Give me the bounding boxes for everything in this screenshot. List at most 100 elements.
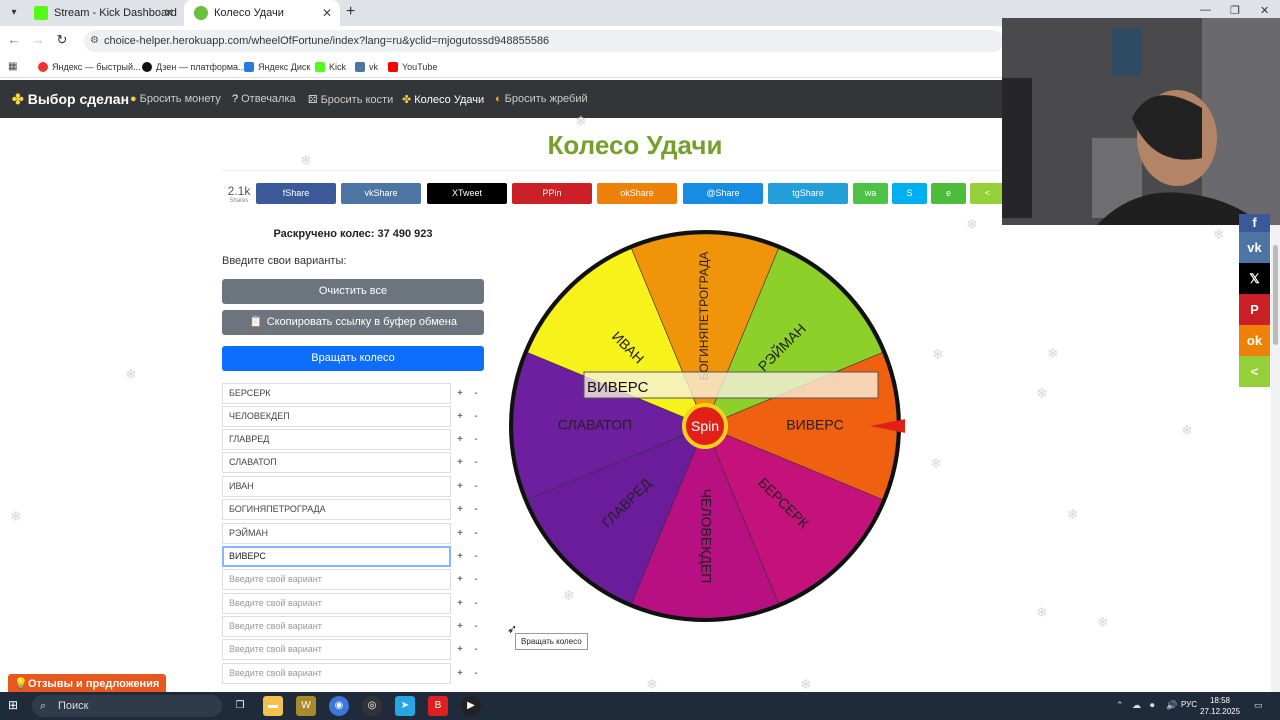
x-icon[interactable]: 𝕏 [1239,263,1270,294]
bookmark-yandex[interactable]: Яндекс — быстрый... [38,60,141,74]
add-option-button[interactable]: + [452,639,468,660]
share-button-4[interactable]: okShare [597,183,677,204]
option-input[interactable]: ГЛАВРЕД [222,429,451,450]
tray-mic-icon[interactable]: ⏺ [1150,700,1155,711]
close-icon[interactable]: ✕ [164,0,174,26]
share-button-5[interactable]: @Share [683,183,763,204]
notifications-icon[interactable]: ▭ [1254,700,1263,711]
tray-chevron-icon[interactable]: ⌃ [1116,700,1124,711]
new-tab-icon[interactable]: + [346,3,355,21]
taskbar-search[interactable]: ⌕ Поиск [32,695,222,717]
share-button-9[interactable]: e [931,183,966,204]
share-button-3[interactable]: PPin [512,183,592,204]
remove-option-button[interactable]: - [468,593,484,614]
remove-option-button[interactable]: - [468,523,484,544]
remove-option-button[interactable]: - [468,429,484,450]
window-close-icon[interactable]: ✕ [1260,4,1269,17]
feedback-button[interactable]: 💡 Отзывы и предложения [8,674,166,694]
app-b-icon[interactable]: B [428,696,448,716]
option-input[interactable]: ВИВЕРС [222,546,451,567]
option-input[interactable]: БЕРСЕРК [222,383,451,404]
add-option-button[interactable]: + [452,546,468,567]
media-player-icon[interactable]: ▶ [461,696,481,716]
bookmark-dzen[interactable]: Дзен — платформа... [142,60,246,74]
remove-option-button[interactable]: - [468,639,484,660]
option-input[interactable]: БОГИНЯПЕТРОГРАДА [222,499,451,520]
add-option-button[interactable]: + [452,663,468,684]
option-input[interactable]: Введите свой вариант [222,616,451,637]
remove-option-button[interactable]: - [468,406,484,427]
remove-option-button[interactable]: - [468,452,484,473]
add-option-button[interactable]: + [452,616,468,637]
bookmark-vk[interactable]: vk [355,60,378,74]
chrome-icon[interactable]: ◉ [329,696,349,716]
option-input[interactable]: Введите свой вариант [222,569,451,590]
nav-lots[interactable]: ◐ Бросить жребий [495,93,588,105]
forward-icon[interactable]: → [30,32,46,50]
option-input[interactable]: ИВАН [222,476,451,497]
share-button-8[interactable]: S [892,183,927,204]
remove-option-button[interactable]: - [468,383,484,404]
back-icon[interactable]: ← [6,32,22,50]
maximize-icon[interactable]: ❐ [1230,4,1240,17]
copy-link-button[interactable]: 📋 Скопировать ссылку в буфер обмена [222,310,484,335]
odnoklassniki-icon[interactable]: ok [1239,325,1270,356]
share-button-1[interactable]: vkShare [341,183,421,204]
nav-wheel[interactable]: ✤ Колесо Удачи [402,93,484,106]
pinterest-icon[interactable]: P [1239,294,1270,325]
add-option-button[interactable]: + [452,406,468,427]
add-option-button[interactable]: + [452,476,468,497]
facebook-icon[interactable]: f [1239,214,1270,232]
option-input[interactable]: РЭЙМАН [222,523,451,544]
nav-coin[interactable]: ● Бросить монету [130,93,221,105]
share-icon[interactable]: < [1239,356,1270,387]
remove-option-button[interactable]: - [468,616,484,637]
bookmark-yandex-disk[interactable]: Яндекс Диск [244,60,310,74]
option-input[interactable]: ЧЕЛОВЕКДЕП [222,406,451,427]
remove-option-button[interactable]: - [468,663,484,684]
add-option-button[interactable]: + [452,429,468,450]
task-view-icon[interactable]: ❐ [230,696,250,716]
windows-start-icon[interactable]: ⊞ [8,698,24,714]
remove-option-button[interactable]: - [468,546,484,567]
add-option-button[interactable]: + [452,523,468,544]
brand-logo[interactable]: ✤ Выбор сделан [12,91,129,108]
nav-answerer[interactable]: ? Отвечалка [232,93,296,105]
tab-kick-dashboard[interactable]: Stream - Kick Dashboard ✕ [24,0,182,26]
reload-icon[interactable]: ↻ [54,32,70,50]
tab-menu-icon[interactable]: ▾ [6,5,22,21]
remove-option-button[interactable]: - [468,476,484,497]
add-option-button[interactable]: + [452,452,468,473]
clear-all-button[interactable]: Очистить все [222,279,484,304]
tray-volume-icon[interactable]: 🔊 [1166,700,1177,711]
close-icon[interactable]: ✕ [322,0,332,26]
url-field[interactable]: ⚙ choice-helper.herokuapp.com/wheelOfFor… [84,30,1004,52]
option-input[interactable]: СЛАВАТОП [222,452,451,473]
clock[interactable]: 18:58 27.12.2025 [1200,695,1240,717]
obs-icon[interactable]: ◎ [362,696,382,716]
site-info-icon[interactable]: ⚙ [90,30,99,52]
file-explorer-icon[interactable]: ▬ [263,696,283,716]
apps-grid-icon[interactable]: ▦ [8,61,20,73]
spin-wheel-button[interactable]: Вращать колесо [222,346,484,371]
add-option-button[interactable]: + [452,499,468,520]
add-option-button[interactable]: + [452,593,468,614]
page-scrollbar[interactable] [1271,225,1280,692]
option-input[interactable]: Введите свой вариант [222,593,451,614]
bookmark-youtube[interactable]: YouTube [388,60,437,74]
language-indicator[interactable]: РУС [1181,700,1197,709]
add-option-button[interactable]: + [452,569,468,590]
bookmark-kick[interactable]: Kick [315,60,346,74]
tab-wheel-of-fortune[interactable]: Колесо Удачи ✕ [184,0,340,26]
share-button-10[interactable]: < [970,183,1005,204]
remove-option-button[interactable]: - [468,569,484,590]
share-button-2[interactable]: XTweet [427,183,507,204]
share-button-7[interactable]: wa [853,183,888,204]
tray-network-icon[interactable]: ☁ [1132,700,1141,711]
share-button-0[interactable]: fShare [256,183,336,204]
nav-dice[interactable]: ⚄ Бросить кости [308,93,393,106]
option-input[interactable]: Введите свой вариант [222,639,451,660]
option-input[interactable]: Введите свой вариант [222,663,451,684]
remove-option-button[interactable]: - [468,499,484,520]
add-option-button[interactable]: + [452,383,468,404]
